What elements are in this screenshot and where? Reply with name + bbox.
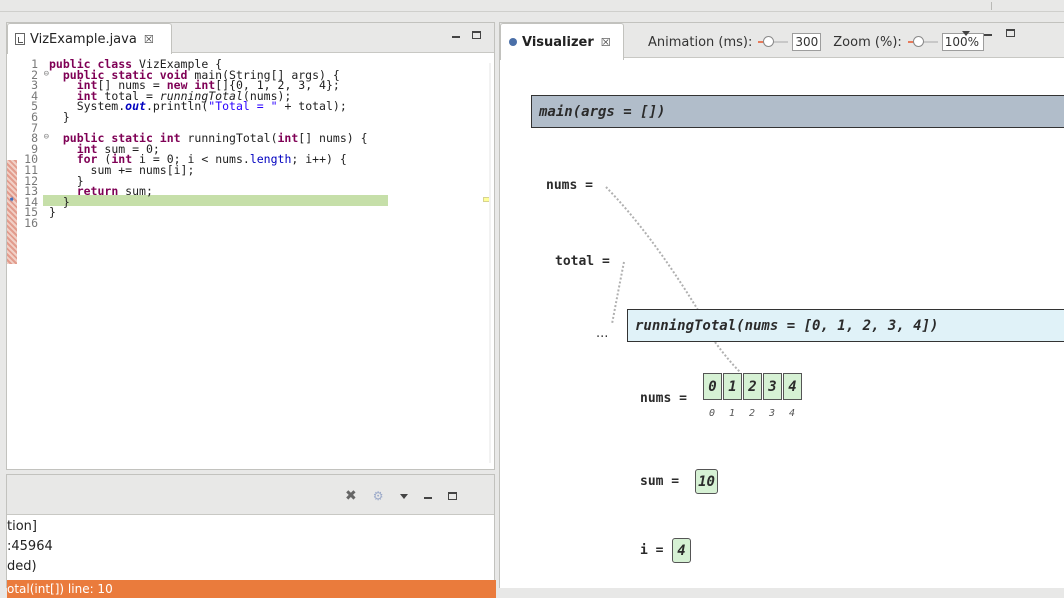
array-index: 4: [789, 408, 796, 419]
view-menu-icon[interactable]: [399, 493, 408, 499]
close-icon[interactable]: ☒: [144, 33, 154, 46]
code-line[interactable]: 14 }: [17, 194, 368, 209]
debug-tree-item[interactable]: ded): [7, 559, 37, 574]
selected-stack-frame[interactable]: otal(int[]) line: 10: [7, 580, 496, 598]
line-number: 5: [31, 99, 38, 114]
minimize-icon[interactable]: [452, 36, 460, 38]
debug-tree-item[interactable]: tion]: [7, 519, 37, 534]
code-area[interactable]: 1 public class VizExample {2 ⊖ public stat…: [17, 57, 368, 230]
debug-tree-item[interactable]: :45964: [7, 539, 53, 554]
line-number: 6: [31, 109, 38, 124]
code-line[interactable]: 15}: [17, 207, 368, 218]
minimize-icon[interactable]: [423, 497, 432, 499]
code-text: }: [49, 205, 56, 220]
line-number: 8 ⊖: [31, 131, 49, 146]
line-number: 3: [31, 78, 38, 93]
nums-variable-label: nums =: [546, 178, 593, 193]
java-file-icon: [15, 33, 25, 45]
editor-window-controls: [452, 31, 481, 39]
fold-toggle-icon[interactable]: ⊖: [44, 69, 49, 80]
code-line[interactable]: 16: [17, 215, 368, 230]
fold-toggle-icon[interactable]: ⊖: [44, 132, 49, 143]
array-cell[interactable]: 0: [703, 373, 722, 400]
maximize-icon[interactable]: [447, 492, 457, 500]
array-index: 2: [749, 408, 756, 419]
editor-scrollbar[interactable]: [489, 63, 491, 463]
toolbar-separator: [991, 2, 992, 10]
code-text: System.out.println("Total = " + total);: [49, 99, 347, 114]
rt-nums-variable-label: nums =: [640, 391, 687, 406]
line-number: 7: [31, 120, 38, 135]
code-text: }: [49, 109, 70, 124]
debug-settings-icon[interactable]: ⚙: [373, 489, 384, 503]
window-top-strip: [0, 0, 1064, 12]
current-line-arrow-icon: ➧: [8, 195, 16, 205]
tab-vizexample-java[interactable]: VizExample.java ☒: [7, 23, 172, 54]
sum-value-box[interactable]: 10: [695, 469, 718, 494]
total-variable-label: total =: [555, 254, 610, 269]
debug-panel: ✖ ⚙ tion] :45964 ded) otal(int[]) line: …: [6, 474, 496, 598]
main-stack-frame[interactable]: main(args = []): [531, 95, 1064, 128]
line-number: 4: [31, 88, 38, 103]
i-variable-label: i =: [640, 543, 664, 558]
line-number: 1: [31, 57, 38, 71]
remove-all-terminated-icon[interactable]: ✖: [345, 488, 357, 504]
java-editor-panel: VizExample.java ☒ ➧ 1 public class VizExa…: [6, 22, 495, 470]
array-index: 3: [769, 408, 776, 419]
line-number: 2 ⊖: [31, 67, 49, 82]
code-text: }: [49, 194, 70, 209]
visualizer-panel: Visualizer ☒ Animation (ms): 300 Zoom (%…: [499, 22, 1064, 588]
line-number: 16: [24, 215, 38, 230]
runningtotal-stack-frame[interactable]: runningTotal(nums = [0, 1, 2, 3, 4]): [627, 309, 1064, 342]
array-cell[interactable]: 4: [783, 373, 802, 400]
array-cell[interactable]: 3: [763, 373, 782, 400]
code-line[interactable]: 6 }: [17, 109, 368, 124]
debug-toolbar: ✖ ⚙: [7, 475, 494, 515]
sum-variable-label: sum =: [640, 474, 680, 489]
array-index: 1: [729, 408, 736, 419]
i-value-box[interactable]: 4: [672, 538, 691, 563]
array-cell[interactable]: 2: [743, 373, 762, 400]
array-cell[interactable]: 1: [723, 373, 742, 400]
tab-label: VizExample.java: [30, 31, 137, 47]
debug-toolbar-icons: ✖ ⚙: [345, 488, 457, 504]
ellipsis-indicator: ...: [596, 326, 609, 341]
maximize-icon[interactable]: [472, 31, 481, 39]
array-index: 0: [709, 408, 716, 419]
editor-tab-bar: VizExample.java ☒: [7, 23, 494, 54]
breakpoint-range-marker: [7, 160, 17, 264]
